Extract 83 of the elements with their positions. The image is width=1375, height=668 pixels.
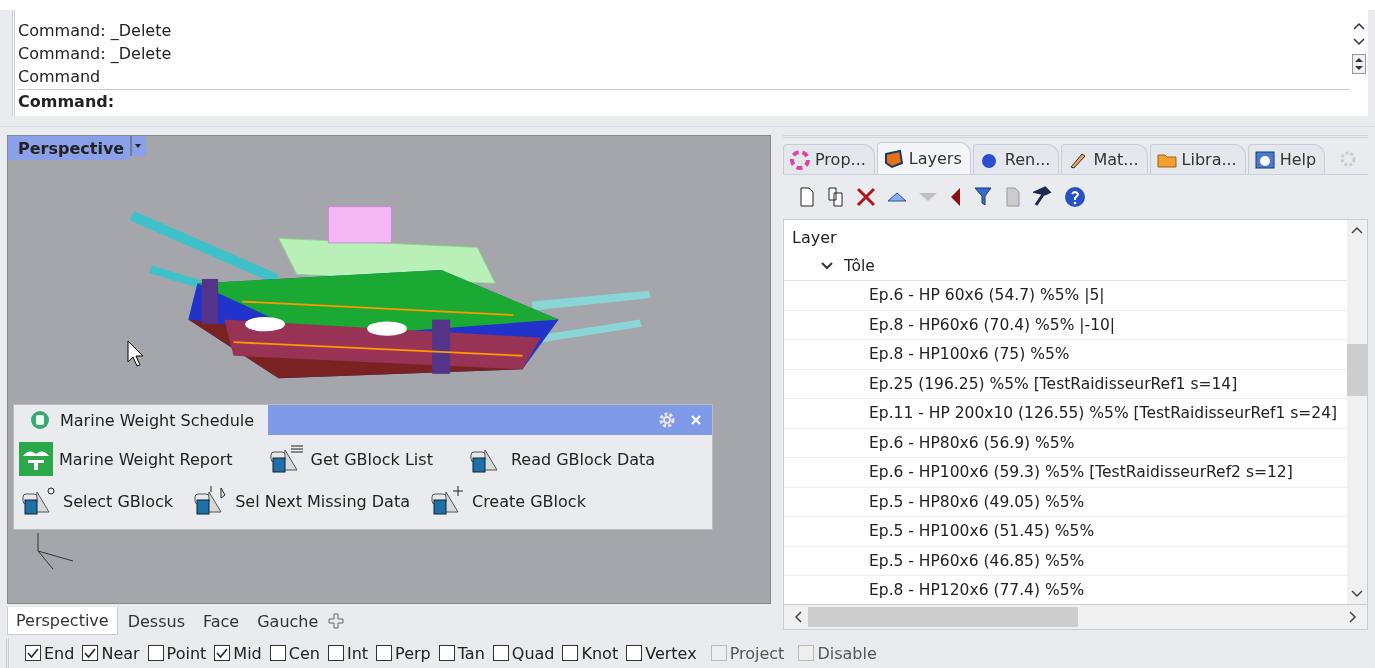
expand-chevron-icon[interactable] <box>820 261 834 271</box>
command-history-line: Command: _Delete <box>18 43 173 65</box>
checkbox[interactable] <box>147 645 164 661</box>
checkbox[interactable] <box>626 645 643 661</box>
layer-name[interactable]: Ep.5 - HP60x6 (46.85) %5% <box>869 551 1085 570</box>
osnap-label[interactable]: Knot <box>581 643 619 663</box>
scroll-down-icon[interactable] <box>1353 38 1365 46</box>
toolbar-button[interactable]: Read GBlock Data <box>466 439 656 479</box>
layer-name[interactable]: Ep.5 - HP80x6 (49.05) %5% <box>869 492 1085 511</box>
toolbar-button[interactable]: Create GBlock <box>427 481 586 521</box>
osnap-label[interactable]: Perp <box>395 643 431 663</box>
viewport-canvas[interactable]: Perspective Marine Weight Schedule Marine Weight Report Get GBlock List Read GBlock Data Select GBlock Sel Next Missing Data Create GBlock <box>7 135 771 604</box>
checkbox[interactable] <box>438 645 455 661</box>
layer-name[interactable]: Ep.6 - HP 60x6 (54.7) %5% |5| <box>869 286 1105 305</box>
layer-name[interactable]: Ep.8 - HP60x6 (70.4) %5% |-10| <box>869 315 1116 334</box>
toolbar-button[interactable]: Get GBlock List <box>266 439 433 479</box>
command-history-line: Command: _Delete <box>18 20 173 42</box>
toolbar-button[interactable]: Marine Weight Report <box>19 439 233 479</box>
osnap-label[interactable]: Near <box>101 643 140 663</box>
logo-icon <box>30 410 50 430</box>
scrollbar-thumb[interactable] <box>808 607 1078 627</box>
layer-name[interactable]: Ep.6 - HP100x6 (59.3) %5% [TestRaidisseurRef2 s=12] <box>869 463 1293 482</box>
close-icon[interactable] <box>690 414 702 426</box>
delete-icon[interactable] <box>855 186 877 208</box>
color-wheel-icon <box>790 149 810 170</box>
layers-icon <box>883 148 904 169</box>
osnap-label[interactable]: Quad <box>511 643 555 663</box>
checkbox[interactable] <box>214 645 231 661</box>
panel-tab[interactable]: Mat... <box>1061 144 1148 174</box>
checkbox[interactable] <box>82 645 99 661</box>
add-icon[interactable] <box>328 613 345 629</box>
viewport-tab[interactable]: Perspective <box>7 607 118 635</box>
toolbar-button[interactable]: Select GBlock <box>19 481 174 521</box>
checkbox[interactable] <box>376 645 393 661</box>
scroll-up-icon[interactable] <box>1351 226 1363 234</box>
toolbar-button[interactable]: Sel Next Missing Data <box>191 481 410 521</box>
panel-tab[interactable]: Layers <box>876 142 971 174</box>
scrollbar-thumb[interactable] <box>1347 344 1367 396</box>
layer-name[interactable]: Ep.6 - HP80x6 (56.9) %5% <box>869 433 1075 452</box>
toolbar-title: Marine Weight Schedule <box>60 410 255 430</box>
command-prompt[interactable]: Command: <box>18 92 115 111</box>
scroll-down-icon[interactable] <box>1351 590 1363 598</box>
osnap-label[interactable]: Point <box>166 643 207 663</box>
osnap-label[interactable]: End <box>44 643 75 663</box>
layer-name[interactable]: Ep.5 - HP100x6 (51.45) %5% <box>869 522 1095 541</box>
checkbox[interactable] <box>562 645 579 661</box>
layer-name[interactable]: Ep.8 - HP100x6 (75) %5% <box>869 345 1070 364</box>
help-icon[interactable] <box>1064 186 1086 208</box>
osnap-label[interactable]: Vertex <box>645 643 697 663</box>
mouse-cursor-icon <box>127 340 145 368</box>
viewport-title[interactable]: Perspective <box>8 136 131 160</box>
osnap-label[interactable]: Int <box>346 643 369 663</box>
osnap-label[interactable]: Cen <box>288 643 320 663</box>
layer-name[interactable]: Ep.8 - HP120x6 (77.4) %5% <box>869 581 1085 600</box>
layer-name[interactable]: Ep.25 (196.25) %5% [TestRaidisseurRef1 s=14] <box>869 374 1238 393</box>
command-history-line: Command <box>18 66 102 88</box>
filter-icon[interactable] <box>973 186 995 208</box>
viewport-tab[interactable]: Face <box>195 607 248 635</box>
new-document-icon[interactable] <box>797 186 817 208</box>
help-window-icon <box>1254 149 1275 170</box>
report-icon <box>19 442 53 476</box>
scroll-left-icon[interactable] <box>794 611 802 623</box>
viewport-tab[interactable]: Gauche <box>249 607 327 635</box>
panel-tab[interactable]: Libra... <box>1149 144 1246 174</box>
viewport-tab[interactable]: Dessus <box>119 607 193 635</box>
checkbox[interactable] <box>269 645 286 661</box>
spin-icon[interactable] <box>1352 54 1366 74</box>
select-icon <box>19 486 57 516</box>
column-header: Layer <box>791 227 838 249</box>
osnap-label[interactable]: Mid <box>233 643 262 663</box>
osnap-label[interactable]: Tan <box>457 643 485 663</box>
checkbox[interactable] <box>492 645 509 661</box>
copy-icon[interactable] <box>826 186 846 208</box>
scroll-up-icon[interactable] <box>1353 22 1365 30</box>
caret-icon[interactable] <box>130 136 147 156</box>
checkbox[interactable] <box>25 645 41 661</box>
panel-tab[interactable]: Prop... <box>783 144 875 174</box>
layer-name[interactable]: Tôle <box>844 257 875 275</box>
checkbox[interactable] <box>327 645 344 661</box>
panel-tab[interactable]: Ren... <box>972 144 1060 174</box>
panel-tab[interactable]: Help <box>1247 144 1326 174</box>
scroll-right-icon[interactable] <box>1349 611 1357 623</box>
layer-name[interactable]: Ep.11 - HP 200x10 (126.55) %5% [TestRaidisseurRef1 s=24] <box>869 404 1338 423</box>
